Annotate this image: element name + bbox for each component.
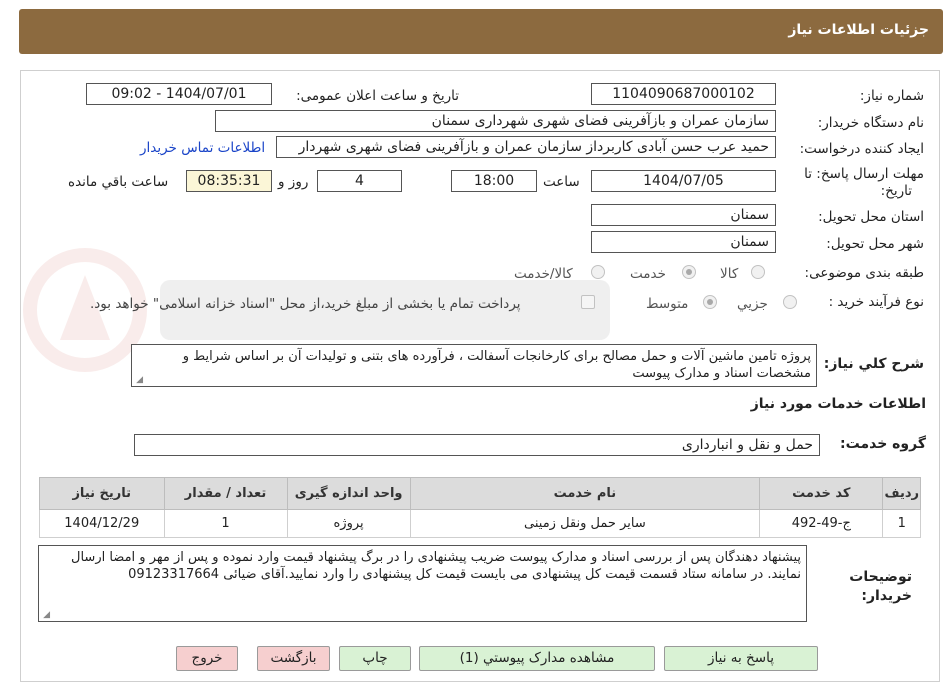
- services-table-header: ردیف کد خدمت نام خدمت واحد اندازه گیری ت…: [39, 477, 921, 510]
- process-medium-label: متوسط: [646, 296, 689, 312]
- category-service-label: خدمت: [630, 266, 666, 282]
- city-field: سمنان: [591, 231, 776, 253]
- category-goods-service-radio[interactable]: [591, 265, 605, 279]
- province-label: استان محل تحویل:: [818, 209, 924, 225]
- exit-button[interactable]: خروج: [176, 646, 238, 671]
- city-label: شهر محل تحویل:: [826, 236, 924, 252]
- cell-unit: پروژه: [286, 509, 411, 538]
- col-service-name: نام خدمت: [409, 477, 761, 510]
- category-goods-radio[interactable]: [751, 265, 765, 279]
- buyer-contact-link[interactable]: اطلاعات تماس خریدار: [140, 140, 265, 156]
- buyer-notes-text: پیشنهاد دهندگان پس از بررسی اسناد و مدار…: [71, 550, 801, 582]
- buyer-notes-label-line2: خریدار:: [861, 588, 912, 604]
- days-label: روز و: [278, 174, 309, 190]
- province-field: سمنان: [591, 204, 776, 226]
- service-group-field: حمل و نقل و انبارداری: [134, 434, 820, 456]
- col-quantity: تعداد / مقدار: [163, 477, 288, 510]
- deadline-time-label: ساعت: [543, 174, 580, 190]
- col-service-code: کد خدمت: [759, 477, 884, 510]
- process-type-label: نوع فرآیند خرید :: [828, 294, 924, 310]
- cell-service-name: سایر حمل ونقل زمینی: [409, 509, 761, 538]
- category-goods-service-label: کالا/خدمت: [514, 266, 573, 282]
- page-title: جزئیات اطلاعات نیاز: [788, 22, 929, 38]
- requester-field: حمید عرب حسن آبادی کاربرداز سازمان عمران…: [276, 136, 776, 158]
- deadline-label-line1: مهلت ارسال پاسخ: تا: [804, 166, 924, 182]
- service-group-label: گروه خدمت:: [840, 436, 926, 452]
- col-need-date: تاریخ نیاز: [39, 477, 165, 510]
- cell-service-code: ج-49-492: [759, 509, 884, 538]
- requester-label: ایجاد کننده درخواست:: [799, 141, 924, 157]
- process-partial-radio[interactable]: [783, 295, 797, 309]
- table-row: 1 ج-49-492 سایر حمل ونقل زمینی پروژه 1 1…: [39, 509, 921, 538]
- page-header: جزئیات اطلاعات نیاز: [19, 9, 943, 54]
- cell-quantity: 1: [163, 509, 288, 538]
- buyer-notes-textarea[interactable]: پیشنهاد دهندگان پس از بررسی اسناد و مدار…: [38, 545, 807, 622]
- treasury-payment-note: پرداخت تمام یا بخشی از مبلغ خرید،از محل …: [90, 296, 521, 312]
- deadline-date-field: 1404/07/05: [591, 170, 776, 192]
- services-section-title: اطلاعات خدمات مورد نیاز: [750, 396, 926, 412]
- category-goods-label: کالا: [720, 266, 739, 282]
- announce-date-label: تاریخ و ساعت اعلان عمومی:: [296, 88, 459, 104]
- buyer-org-field: سازمان عمران و بازآفرینی فضای شهری شهردا…: [215, 110, 776, 132]
- cell-need-date: 1404/12/29: [39, 509, 165, 538]
- col-unit: واحد اندازه گیری: [286, 477, 411, 510]
- buyer-org-label: نام دستگاه خریدار:: [817, 115, 924, 131]
- summary-label: شرح کلي نياز:: [823, 356, 924, 372]
- need-number-label: شماره نیاز:: [859, 88, 924, 104]
- cell-row-number: 1: [882, 509, 921, 538]
- col-row-number: ردیف: [882, 477, 921, 510]
- process-medium-radio[interactable]: [703, 295, 717, 309]
- announce-date-field: 1404/07/01 - 09:02: [86, 83, 272, 105]
- process-partial-label: جزيي: [737, 296, 768, 312]
- resize-grip-icon[interactable]: ◢: [135, 376, 143, 385]
- summary-textarea[interactable]: پروژه تامین ماشین آلات و حمل مصالح برای …: [131, 344, 817, 387]
- summary-text: پروژه تامین ماشین آلات و حمل مصالح برای …: [182, 349, 811, 381]
- respond-to-need-button[interactable]: پاسخ به نیاز: [664, 646, 818, 671]
- print-button[interactable]: چاپ: [339, 646, 411, 671]
- remaining-time-label: ساعت باقي مانده: [68, 174, 169, 190]
- remaining-days-field: 4: [317, 170, 402, 192]
- treasury-payment-checkbox[interactable]: [581, 295, 595, 309]
- resize-grip-icon[interactable]: ◢: [42, 611, 50, 620]
- category-label: طبقه بندی موضوعی:: [804, 265, 924, 281]
- services-table: ردیف کد خدمت نام خدمت واحد اندازه گیری ت…: [39, 477, 921, 538]
- back-button[interactable]: بازگشت: [257, 646, 330, 671]
- remaining-time-field: 08:35:31: [186, 170, 272, 192]
- category-service-radio[interactable]: [682, 265, 696, 279]
- deadline-label-line2: تاریخ:: [880, 183, 912, 199]
- buyer-notes-label-line1: توضیحات: [849, 569, 912, 585]
- deadline-time-field: 18:00: [451, 170, 537, 192]
- view-attachments-button[interactable]: مشاهده مدارک پیوستي (1): [419, 646, 655, 671]
- need-number-field: 1104090687000102: [591, 83, 776, 105]
